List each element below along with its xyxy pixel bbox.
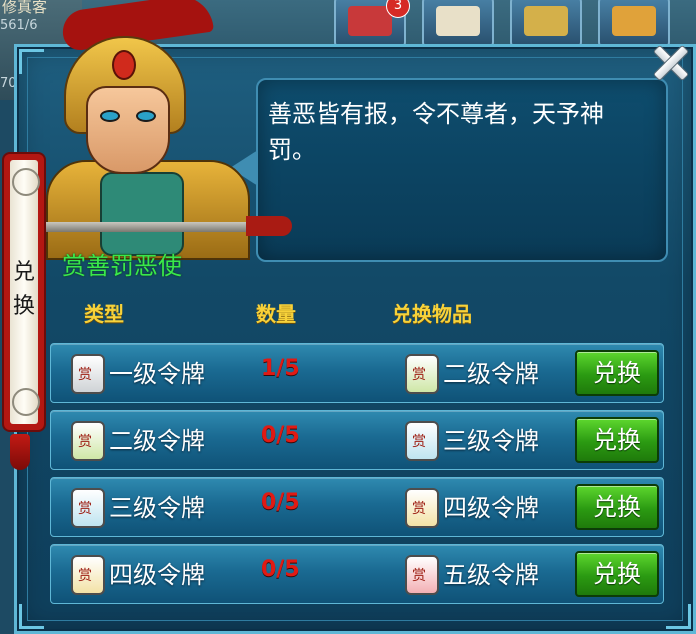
npc-eye (136, 110, 156, 122)
corner-ornament (19, 604, 44, 629)
speech-bubble: 善恶皆有报，令不尊者，天予神罚。 (256, 78, 668, 262)
header-quantity: 数量 (256, 302, 296, 326)
token-icon (71, 354, 105, 394)
side-tab-label: 兑 换 (10, 256, 38, 324)
token-icon (405, 488, 439, 528)
item-quantity: 0/5 (261, 490, 300, 515)
spear-shaft (40, 222, 270, 232)
token-icon (405, 354, 439, 394)
spear-tassel (246, 216, 292, 236)
exchange-side-tab[interactable]: 兑 换 (4, 154, 44, 430)
close-button[interactable] (646, 38, 694, 86)
scroll-paper: 兑 换 (10, 160, 40, 424)
swirl-ornament (12, 388, 40, 416)
exchange-button[interactable]: 兑换 (575, 484, 659, 530)
token-icon (71, 421, 105, 461)
header-type: 类型 (84, 302, 124, 326)
exchange-row: 三级令牌 0/5 四级令牌 兑换 (50, 477, 664, 537)
token-icon (405, 421, 439, 461)
side-tab-char: 换 (12, 294, 35, 319)
top-menu-icons (330, 0, 696, 50)
exchange-button[interactable]: 兑换 (575, 350, 659, 396)
exchange-row: 一级令牌 1/5 二级令牌 兑换 (50, 343, 664, 403)
header-reward: 兑换物品 (392, 302, 472, 326)
reward-name: 二级令牌 (443, 360, 539, 388)
npc-name-label: 赏善罚恶使 (62, 252, 182, 280)
token-icon (71, 555, 105, 595)
gift-icon[interactable] (510, 0, 582, 50)
exchange-button[interactable]: 兑换 (575, 417, 659, 463)
item-name: 三级令牌 (109, 494, 205, 522)
item-name: 二级令牌 (109, 427, 205, 455)
exchange-button[interactable]: 兑换 (575, 551, 659, 597)
item-quantity: 0/5 (261, 557, 300, 582)
npc-eye (100, 110, 120, 122)
token-icon (405, 555, 439, 595)
player-hp-text: 561/6 (0, 18, 38, 33)
swirl-ornament (12, 168, 40, 196)
reward-name: 四级令牌 (443, 494, 539, 522)
item-name: 四级令牌 (109, 561, 205, 589)
item-quantity: 1/5 (261, 356, 300, 381)
item-name: 一级令牌 (109, 360, 205, 388)
npc-portrait (40, 0, 292, 260)
reward-name: 三级令牌 (443, 427, 539, 455)
side-tab-char: 兑 (12, 260, 35, 285)
npc-chest-plate (100, 172, 184, 256)
tab-tassel (10, 434, 30, 470)
exchange-row: 四级令牌 0/5 五级令牌 兑换 (50, 544, 664, 604)
npc-speech-text: 善恶皆有报，令不尊者，天予神罚。 (268, 100, 604, 164)
reward-name: 五级令牌 (443, 561, 539, 589)
token-icon (71, 488, 105, 528)
helmet-gem (112, 50, 136, 80)
exchange-row: 二级令牌 0/5 三级令牌 兑换 (50, 410, 664, 470)
corner-ornament (666, 604, 691, 629)
mail-icon[interactable] (422, 0, 494, 50)
npc-face (86, 86, 170, 174)
item-quantity: 0/5 (261, 423, 300, 448)
